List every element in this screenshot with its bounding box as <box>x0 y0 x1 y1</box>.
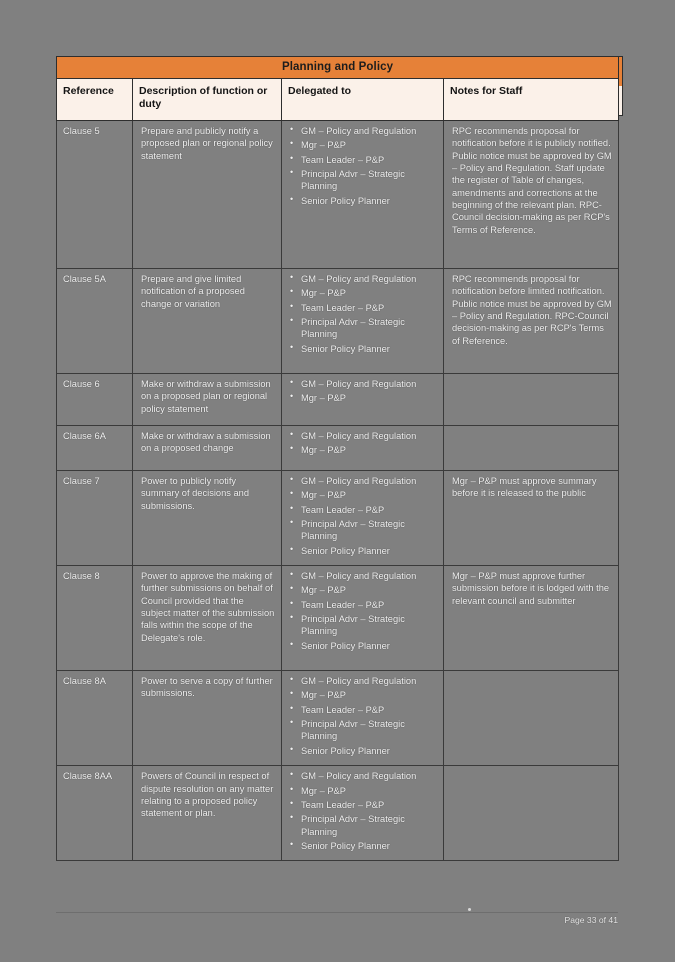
column-header-notes: Notes for Staff <box>442 78 620 121</box>
delegated-to-item: GM – Policy and Regulation <box>290 124 437 137</box>
column-header-description: Description of function or duty <box>132 78 282 121</box>
cell-reference: Clause 8 <box>56 565 133 672</box>
table-row: Clause 8 Power to approve the making of f… <box>56 565 620 672</box>
table-row: Clause 6A Make or withdraw a submission o… <box>56 424 620 471</box>
delegated-to-item: Mgr – P&P <box>290 391 437 404</box>
cell-reference: Clause 5A <box>56 267 133 374</box>
delegated-to-item: Team Leader – P&P <box>290 153 437 166</box>
delegated-to-item: Team Leader – P&P <box>290 798 437 811</box>
delegated-to-item: GM – Policy and Regulation <box>290 429 437 442</box>
footer-dot-marker <box>468 908 471 911</box>
cell-description: Power to serve a copy of further submiss… <box>132 670 282 767</box>
delegated-to-item: Senior Policy Planner <box>290 744 437 757</box>
delegated-to-item: Mgr – P&P <box>290 138 437 151</box>
cell-delegated-to: GM – Policy and RegulationMgr – P&P <box>281 372 444 426</box>
table-row: Clause 8AA Powers of Council in respect o… <box>56 765 620 862</box>
delegated-to-item: Principal Advr – Strategic Planning <box>290 167 437 193</box>
delegated-to-item: GM – Policy and Regulation <box>290 674 437 687</box>
delegated-to-item: Senior Policy Planner <box>290 342 437 355</box>
cell-description: Make or withdraw a submission on a propo… <box>132 372 282 426</box>
column-header-reference: Reference <box>56 78 133 121</box>
delegated-to-item: Senior Policy Planner <box>290 194 437 207</box>
delegated-to-item: Team Leader – P&P <box>290 703 437 716</box>
cell-notes: RPC recommends proposal for notification… <box>442 267 620 374</box>
table-body: Clause 5 Prepare and publicly notify a pr… <box>56 119 620 862</box>
delegated-to-item: Senior Policy Planner <box>290 839 437 852</box>
delegated-to-list: GM – Policy and RegulationMgr – P&P Team … <box>288 124 437 207</box>
delegated-to-list: GM – Policy and RegulationMgr – P&P Team … <box>288 474 437 557</box>
table-row: Clause 7 Power to publicly notify summary… <box>56 469 620 567</box>
delegated-to-item: Team Leader – P&P <box>290 503 437 516</box>
delegated-to-item: Mgr – P&P <box>290 286 437 299</box>
delegated-to-item: Principal Advr – Strategic Planning <box>290 612 437 638</box>
delegated-to-item: GM – Policy and Regulation <box>290 569 437 582</box>
delegated-to-list: GM – Policy and Regulation Mgr – P&PTeam … <box>288 769 437 852</box>
delegated-to-item: GM – Policy and Regulation <box>290 377 437 390</box>
delegated-to-item: Team Leader – P&P <box>290 301 437 314</box>
cell-reference: Clause 6 <box>56 372 133 426</box>
delegated-to-list: GM – Policy and RegulationMgr – P&P Team … <box>288 569 437 652</box>
table-row: Clause 5 Prepare and publicly notify a pr… <box>56 119 620 269</box>
cell-description: Powers of Council in respect of dispute … <box>132 765 282 862</box>
cell-notes: Mgr – P&P must approve further submissio… <box>442 565 620 672</box>
delegated-to-item: Mgr – P&P <box>290 488 437 501</box>
delegated-to-item: Principal Advr – Strategic Planning <box>290 812 437 838</box>
table-title: Planning and Policy <box>55 56 620 79</box>
delegated-to-item: Mgr – P&P <box>290 688 437 701</box>
cell-description: Make or withdraw a submission on a propo… <box>132 424 282 471</box>
table-column-header-row: Reference Description of function or dut… <box>56 78 620 121</box>
delegated-to-list: GM – Policy and RegulationMgr – P&P <box>288 377 437 405</box>
cell-delegated-to: GM – Policy and Regulation Mgr – P&PTeam … <box>281 765 444 862</box>
delegated-to-item: Senior Policy Planner <box>290 544 437 557</box>
cell-delegated-to: GM – Policy and RegulationMgr – P&P Team … <box>281 565 444 672</box>
cell-delegated-to: GM – Policy and RegulationMgr – P&P Team … <box>281 267 444 374</box>
cell-delegated-to: GM – Policy and RegulationMgr – P&P Team … <box>281 119 444 269</box>
delegations-table: Planning and Policy Reference Descriptio… <box>55 56 620 862</box>
delegated-to-item: GM – Policy and Regulation <box>290 272 437 285</box>
table-header: Planning and Policy Reference Descriptio… <box>55 56 620 121</box>
delegated-to-item: Team Leader – P&P <box>290 598 437 611</box>
delegated-to-item: Principal Advr – Strategic Planning <box>290 517 437 543</box>
cell-reference: Clause 8AA <box>56 765 133 862</box>
delegated-to-item: Mgr – P&P <box>290 784 437 797</box>
delegated-to-item: Principal Advr – Strategic Planning <box>290 315 437 341</box>
cell-notes <box>442 765 620 862</box>
cell-reference: Clause 7 <box>56 469 133 567</box>
delegated-to-item: Mgr – P&P <box>290 583 437 596</box>
delegated-to-item: Senior Policy Planner <box>290 639 437 652</box>
delegated-to-list: GM – Policy and RegulationMgr – P&P Team … <box>288 674 437 757</box>
table-row: Clause 6 Make or withdraw a submission on… <box>56 372 620 426</box>
cell-description: Prepare and give limited notification of… <box>132 267 282 374</box>
cell-description: Power to approve the making of further s… <box>132 565 282 672</box>
cell-notes <box>442 670 620 767</box>
delegated-to-item: Principal Advr – Strategic Planning <box>290 717 437 743</box>
cell-description: Power to publicly notify summary of deci… <box>132 469 282 567</box>
table-row: Clause 5A Prepare and give limited notifi… <box>56 267 620 374</box>
page-number: Page 33 of 41 <box>564 915 618 925</box>
delegated-to-list: GM – Policy and RegulationMgr – P&P <box>288 429 437 457</box>
cell-notes: RPC recommends proposal for notification… <box>442 119 620 269</box>
cell-notes <box>442 372 620 426</box>
cell-delegated-to: GM – Policy and RegulationMgr – P&P Team … <box>281 670 444 767</box>
table-row: Clause 8A Power to serve a copy of furthe… <box>56 670 620 767</box>
cell-notes <box>442 424 620 471</box>
cell-reference: Clause 8A <box>56 670 133 767</box>
delegated-to-item: GM – Policy and Regulation <box>290 474 437 487</box>
column-header-delegated-to: Delegated to <box>281 78 444 121</box>
delegated-to-list: GM – Policy and RegulationMgr – P&P Team … <box>288 272 437 355</box>
table-title-row: Planning and Policy <box>55 56 620 79</box>
delegated-to-item: Mgr – P&P <box>290 443 437 456</box>
cell-notes: Mgr – P&P must approve summary before it… <box>442 469 620 567</box>
cell-description: Prepare and publicly notify a proposed p… <box>132 119 282 269</box>
delegated-to-item: GM – Policy and Regulation <box>290 769 437 782</box>
cell-delegated-to: GM – Policy and RegulationMgr – P&P <box>281 424 444 471</box>
footer-divider <box>56 912 618 913</box>
document-page: Planning and Policy Reference Descriptio… <box>0 0 675 962</box>
cell-reference: Clause 6A <box>56 424 133 471</box>
cell-delegated-to: GM – Policy and RegulationMgr – P&P Team … <box>281 469 444 567</box>
cell-reference: Clause 5 <box>56 119 133 269</box>
